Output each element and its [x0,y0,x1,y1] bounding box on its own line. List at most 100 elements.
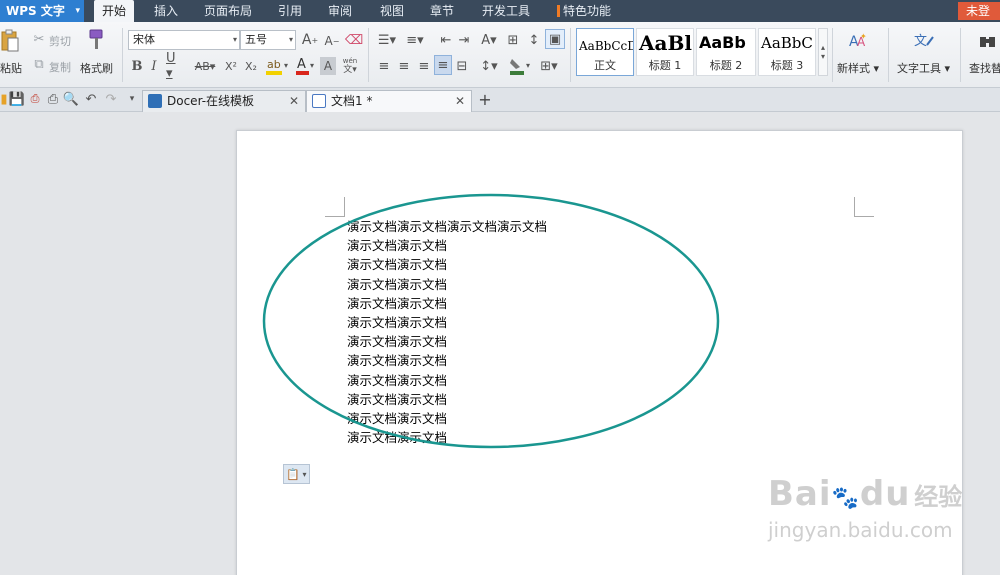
show-marks-icon[interactable]: ▣ [545,29,565,49]
baidu-jingyan-watermark: Bai🐾du 经验 jingyan.baidu.com [768,474,962,542]
char-shading-icon[interactable]: A [320,57,336,75]
tab-references[interactable]: 引用 [272,0,308,22]
bullet-list-icon[interactable]: ☰▾ [376,31,398,49]
style-heading-1-name: 标题 1 [648,59,682,72]
document-icon [312,94,326,108]
close-icon[interactable]: ✕ [289,91,299,111]
tab-insert[interactable]: 插入 [148,0,184,22]
increase-indent-icon[interactable]: ⇥ [456,31,472,49]
tab-view[interactable]: 视图 [374,0,410,22]
copy-icon[interactable]: ⧉ [32,57,46,72]
cut-icon[interactable]: ✂ [32,32,46,47]
format-painter-label[interactable]: 格式刷 [80,60,113,76]
cut-label[interactable]: 剪切 [49,33,71,49]
save-icon[interactable]: 💾 [9,92,25,107]
ribbon-divider [368,28,369,82]
paw-icon: 🐾 [831,486,860,511]
highlight-ellipse [262,193,720,449]
chevron-down-icon: ▾ [75,6,80,16]
format-painter-icon[interactable] [85,28,107,52]
binoculars-icon[interactable] [978,30,998,52]
tab-review[interactable]: 审阅 [322,0,358,22]
align-left-icon[interactable]: ≡ [376,57,392,75]
tab-home[interactable]: 开始 [94,0,134,22]
text-tools-icon[interactable]: 文 [912,30,936,52]
margin-corner-top-right [854,197,874,217]
shading-icon[interactable]: ▾ [508,55,534,77]
justify-icon[interactable]: ≡ [434,55,452,75]
undo-icon[interactable]: ↶ [84,92,98,107]
tab-document-1[interactable]: 文档1 * ✕ [306,90,472,112]
text-tools-text: 文字工具 [897,62,941,75]
menu-bar: WPS 文字 ▾ 开始 插入 页面布局 引用 审阅 视图 章节 开发工具 特色功… [0,0,1000,36]
tab-document-label: 文档1 * [331,94,373,108]
tab-special-label: 特色功能 [562,4,611,18]
highlight-icon[interactable]: ab ▾ [264,55,292,77]
style-heading-1[interactable]: AaBl 标题 1 [636,28,694,76]
style-heading-3[interactable]: AaBbC 标题 3 [758,28,816,76]
chevron-down-icon: ▾ [232,35,237,44]
distributed-icon[interactable]: ⊟ [454,57,470,75]
numbered-list-icon[interactable]: ≡▾ [404,31,426,49]
align-right-icon[interactable]: ≡ [416,57,432,75]
special-mark-icon [556,5,560,17]
print-icon[interactable]: ⎙ [46,92,60,107]
paste-options-button[interactable]: 📋 ▾ [283,464,310,484]
borders-icon[interactable]: ⊞▾ [538,57,560,75]
grow-font-icon[interactable]: A + [302,31,318,49]
svg-text:A: A [297,57,306,72]
new-style-label[interactable]: 新样式 ▾ [837,60,879,76]
align-center-icon[interactable]: ≡ [396,57,412,75]
bold-icon[interactable]: B [130,57,144,75]
underline-icon[interactable]: U ▾ [166,51,186,81]
copy-label[interactable]: 复制 [49,59,71,75]
ribbon-divider [122,28,123,82]
app-menu-button[interactable]: WPS 文字 ▾ [0,0,84,22]
login-button[interactable]: 未登录 [958,2,1000,36]
print-preview-icon[interactable]: 🔍 [63,92,79,107]
shrink-font-icon[interactable]: A − [324,32,340,50]
style-heading-2[interactable]: AaBb 标题 2 [696,28,756,76]
tab-special-features[interactable]: 特色功能 [552,0,616,22]
tab-developer[interactable]: 开发工具 [476,0,536,22]
phonetic-guide-icon[interactable]: wén 文▾ [340,53,360,79]
style-normal-name: 正文 [594,59,616,72]
text-tools-label[interactable]: 文字工具 ▾ [897,60,950,76]
font-color-icon[interactable]: A ▾ [294,55,318,77]
open-folder-icon[interactable]: ▮ [0,92,8,107]
strikethrough-icon[interactable]: AB▾ [192,57,218,75]
style-normal-preview: AaBbCcDd [579,39,633,53]
customize-toolbar-icon[interactable]: ▾ [126,92,138,106]
font-effects-icon[interactable]: A▾ [478,31,500,49]
export-pdf-icon[interactable]: ⎙ [28,92,42,106]
tab-docer-label: Docer-在线模板 [167,94,255,108]
new-style-icon[interactable]: A A ✦ [846,30,870,52]
redo-icon[interactable]: ↷ [104,92,118,107]
sort-icon[interactable]: ↕ [526,31,542,49]
new-tab-icon[interactable]: + [476,90,494,110]
clear-format-icon[interactable]: ⌫ [345,31,363,49]
table-grid-icon[interactable]: ⊞ [504,31,522,49]
docer-icon [148,94,162,108]
close-icon[interactable]: ✕ [455,91,465,111]
font-name-select[interactable]: 宋体 ▾ [128,30,240,50]
style-normal[interactable]: AaBbCcDd 正文 [576,28,634,76]
font-name-value: 宋体 [133,33,155,46]
tab-page-layout[interactable]: 页面布局 [200,0,256,22]
watermark-brand-2: du [859,474,911,514]
superscript-icon[interactable]: X² [224,57,238,75]
paste-label[interactable]: 粘贴 [0,60,22,76]
chevron-down-icon: ▾ [288,35,293,44]
watermark-brand: Bai [768,474,832,514]
decrease-indent-icon[interactable]: ⇤ [438,31,454,49]
styles-scroll-icon[interactable]: ▴ ▾ [818,28,828,76]
font-size-select[interactable]: 五号 ▾ [240,30,296,50]
subscript-icon[interactable]: X₂ [244,57,258,75]
paste-icon[interactable] [0,28,20,54]
find-replace-label[interactable]: 查找替 [969,60,1000,76]
svg-text:▾: ▾ [310,61,314,70]
tab-docer-templates[interactable]: Docer-在线模板 ✕ [142,90,306,112]
tab-chapter[interactable]: 章节 [424,0,460,22]
italic-icon[interactable]: I [148,57,160,75]
line-spacing-icon[interactable]: ↕▾ [478,57,500,75]
